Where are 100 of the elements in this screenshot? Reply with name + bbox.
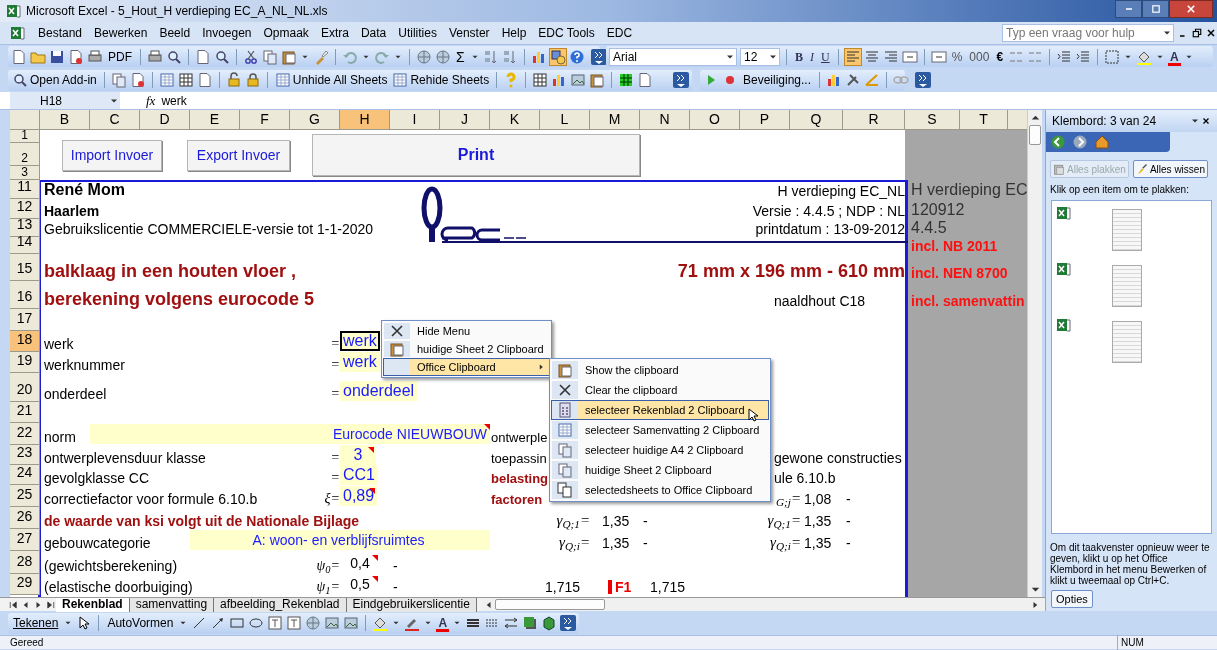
row-header[interactable]: 22 (10, 423, 40, 445)
row-header[interactable]: 25 (10, 485, 40, 507)
grid-icon[interactable] (618, 72, 635, 88)
spelling-page-icon[interactable] (195, 48, 211, 65)
input-field[interactable]: werk (340, 352, 380, 372)
menu-item[interactable]: selectedsheets to Office Clipboard (551, 480, 769, 500)
menu-item[interactable]: selecteer Rekenblad 2 Clipboard (551, 400, 769, 420)
row-header[interactable]: 16 (10, 281, 40, 309)
picture-icon[interactable] (343, 615, 360, 631)
column-header[interactable]: Q (790, 110, 843, 130)
open-addin-button[interactable]: Open Add-in (11, 70, 98, 90)
toolbar-options-icon[interactable] (673, 72, 689, 88)
menu-item[interactable]: selecteer huidige A4 2 Clipboard (551, 440, 769, 460)
copy-icon[interactable] (262, 48, 278, 65)
row-header[interactable]: 13 (10, 219, 40, 237)
row-header[interactable]: 11 (10, 180, 40, 199)
cut-icon[interactable] (243, 48, 259, 65)
column-header[interactable]: H (340, 110, 390, 130)
rehide-sheets-button[interactable]: Rehide Sheets (391, 70, 491, 90)
column-header[interactable]: O (690, 110, 740, 130)
unlock-icon[interactable] (225, 72, 242, 88)
toolbar-options-icon[interactable] (560, 615, 577, 631)
printer-icon[interactable] (87, 48, 103, 65)
research-icon[interactable] (214, 48, 230, 65)
document-icon[interactable] (10, 25, 26, 41)
3d-cube-icon[interactable] (541, 615, 558, 631)
maximize-button[interactable] (1142, 0, 1169, 18)
autoshapes-button[interactable]: AutoVormen (105, 614, 176, 632)
percent-button[interactable]: % (949, 47, 965, 66)
print-icon[interactable] (147, 48, 163, 65)
drawing-shapes-icon[interactable] (549, 48, 566, 65)
bold-button[interactable]: B (793, 47, 805, 66)
align-left-icon[interactable] (844, 48, 861, 65)
input-field[interactable]: werk (340, 331, 380, 351)
menu-item[interactable]: Office Clipboard (383, 358, 550, 376)
column-header[interactable]: I (390, 110, 440, 130)
font-color-button[interactable]: A (436, 614, 450, 632)
page-icon[interactable] (637, 72, 654, 88)
restore-icon[interactable] (1191, 27, 1203, 39)
clip-art-icon[interactable] (324, 615, 341, 631)
euro-button[interactable]: € (994, 47, 1006, 66)
autosum-button[interactable]: Σ (454, 47, 467, 66)
choice-field[interactable]: A: woon- en verblijfsruimtes (190, 530, 490, 550)
name-box[interactable]: H18 (10, 92, 120, 109)
menu-item[interactable]: Opmaak (257, 23, 315, 43)
row-header[interactable]: 21 (10, 402, 40, 423)
close-icon[interactable] (1201, 116, 1211, 126)
first-sheet-icon[interactable] (8, 598, 20, 611)
row-header[interactable]: 12 (10, 199, 40, 219)
import-button[interactable]: Import Invoer (62, 139, 162, 171)
sheet-tab[interactable]: Eindgebruikerslicentie (346, 597, 477, 612)
draw-menu-button[interactable]: Tekenen (11, 614, 61, 632)
thousands-button[interactable]: 000 (967, 47, 992, 66)
menu-item[interactable]: EDC (600, 23, 639, 43)
wordart-icon[interactable] (286, 615, 303, 631)
input-field[interactable]: 0,89 (340, 486, 378, 506)
row-header[interactable]: 1 (10, 130, 40, 143)
column-header[interactable]: J (440, 110, 490, 130)
print-preview-icon[interactable] (166, 48, 182, 65)
align-center-icon[interactable] (863, 48, 880, 65)
row-header[interactable]: 17 (10, 309, 40, 331)
column-header[interactable]: B (40, 110, 90, 130)
column-header[interactable]: N (640, 110, 690, 130)
menu-item[interactable]: Show the clipboard (551, 360, 769, 380)
menu-item[interactable]: Clear the clipboard (551, 380, 769, 400)
function-button[interactable]: fx (146, 90, 156, 111)
indent-icon[interactable] (1075, 48, 1092, 65)
save-icon[interactable] (49, 48, 65, 65)
unhide-sheets-button[interactable]: Unhide All Sheets (273, 70, 389, 90)
input-field[interactable]: onderdeel (340, 381, 418, 401)
menu-item[interactable]: huidige Sheet 2 Clipboard (383, 340, 550, 358)
last-sheet-icon[interactable] (44, 598, 56, 611)
arrow-style-icon[interactable] (503, 615, 520, 631)
clipboard-icon[interactable] (589, 72, 606, 88)
menu-item[interactable]: Data (354, 23, 393, 43)
font-size-field[interactable]: 12 (740, 47, 780, 66)
menu-item[interactable]: Extra (314, 23, 355, 43)
merge-center-icon[interactable] (901, 48, 918, 65)
clear-all-button[interactable]: Alles wissen (1132, 160, 1208, 178)
italic-button[interactable]: I (808, 47, 816, 66)
row-header[interactable]: 26 (10, 507, 40, 529)
new-page-icon[interactable] (11, 48, 27, 65)
column-header[interactable]: D (140, 110, 190, 130)
print-button[interactable]: Print (312, 134, 640, 176)
globe-icon[interactable] (435, 48, 451, 65)
column-header[interactable]: T (960, 110, 1008, 130)
sheet-tab[interactable]: samenvatting (129, 597, 215, 612)
column-header[interactable]: S (905, 110, 960, 130)
borders-icon[interactable] (1104, 48, 1121, 65)
close-icon[interactable] (1205, 27, 1217, 39)
column-header[interactable]: F (240, 110, 290, 130)
menu-item[interactable]: Invoegen (196, 23, 258, 43)
column-header[interactable]: K (490, 110, 540, 130)
back-icon[interactable] (1050, 134, 1066, 150)
input-field[interactable]: 3 (340, 445, 376, 465)
sheet-tab[interactable]: afbeelding_Rekenblad (214, 597, 347, 612)
font-field[interactable]: Arial (609, 47, 737, 66)
page-icon[interactable] (68, 48, 84, 65)
column-header[interactable]: R (843, 110, 905, 130)
sheet-tab[interactable]: Rekenblad (56, 597, 130, 612)
